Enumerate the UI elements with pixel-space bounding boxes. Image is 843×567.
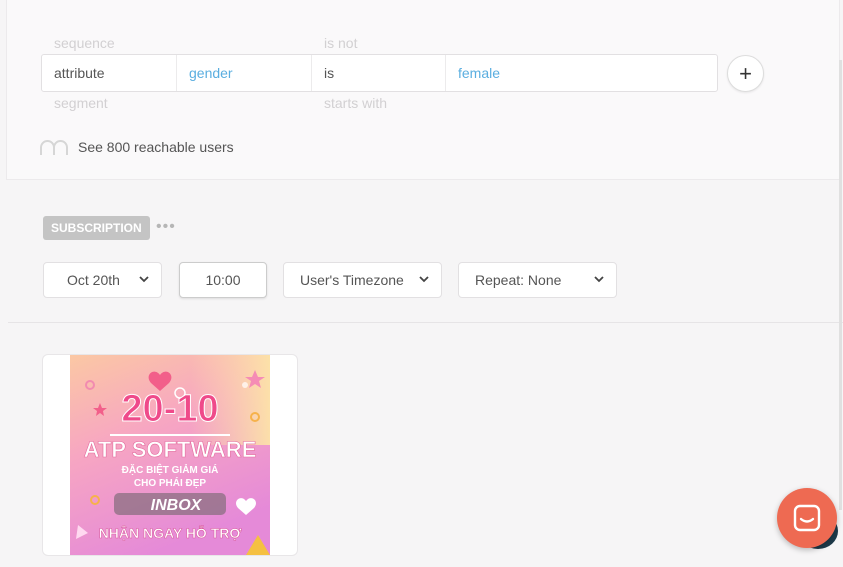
date-value: Oct 20th xyxy=(67,272,120,288)
more-options-icon[interactable]: ••• xyxy=(156,218,176,236)
users-icon xyxy=(40,139,70,155)
promo-poster-image: 20-10 ATP SOFTWARE ĐẶC BIỆT GIẢM GIÁ CHO… xyxy=(70,355,270,555)
poster-inbox-text: INBOX xyxy=(151,497,203,514)
plus-icon: + xyxy=(739,60,752,86)
timezone-value: User's Timezone xyxy=(300,272,404,288)
scrollbar[interactable] xyxy=(839,60,842,510)
repeat-select[interactable]: Repeat: None xyxy=(458,262,617,298)
poster-brand-text: ATP SOFTWARE xyxy=(84,437,257,462)
chevron-down-icon xyxy=(594,276,604,283)
chevron-down-icon xyxy=(419,276,429,283)
campaign-type-badge: SUBSCRIPTION xyxy=(43,216,150,240)
reachable-users-link[interactable]: See 800 reachable users xyxy=(40,139,234,155)
time-input[interactable]: 10:00 xyxy=(179,262,267,298)
date-select[interactable]: Oct 20th xyxy=(43,262,162,298)
filter-operator-select[interactable]: is xyxy=(312,55,446,91)
filter-row: attribute gender is female xyxy=(41,54,718,92)
chat-launcher-button[interactable] xyxy=(777,488,837,548)
chat-icon xyxy=(793,504,821,532)
poster-line-1: ĐẶC BIỆT GIẢM GIÁ xyxy=(122,463,219,476)
ghost-option-segment: segment xyxy=(54,95,108,111)
poster-date-text: 20-10 xyxy=(121,388,218,430)
timezone-select[interactable]: User's Timezone xyxy=(283,262,442,298)
message-image-card[interactable]: 20-10 ATP SOFTWARE ĐẶC BIỆT GIẢM GIÁ CHO… xyxy=(42,354,298,556)
ghost-option-starts-with: starts with xyxy=(324,95,388,111)
ghost-option-is-not: is not xyxy=(324,35,358,51)
add-filter-button[interactable]: + xyxy=(727,55,764,92)
ghost-option-sequence: sequence xyxy=(54,35,115,51)
filter-field-select[interactable]: gender xyxy=(177,55,312,91)
reachable-users-label: See 800 reachable users xyxy=(78,139,234,155)
repeat-value: Repeat: None xyxy=(475,272,562,288)
poster-footer-text: NHẬN NGAY HỖ TRỢ xyxy=(99,524,242,541)
filter-value-input[interactable]: female xyxy=(446,55,717,91)
poster-line-2: CHO PHÁI ĐẸP xyxy=(134,476,207,489)
filter-type-select[interactable]: attribute xyxy=(42,55,177,91)
section-divider xyxy=(8,322,843,323)
chevron-down-icon xyxy=(139,276,149,283)
